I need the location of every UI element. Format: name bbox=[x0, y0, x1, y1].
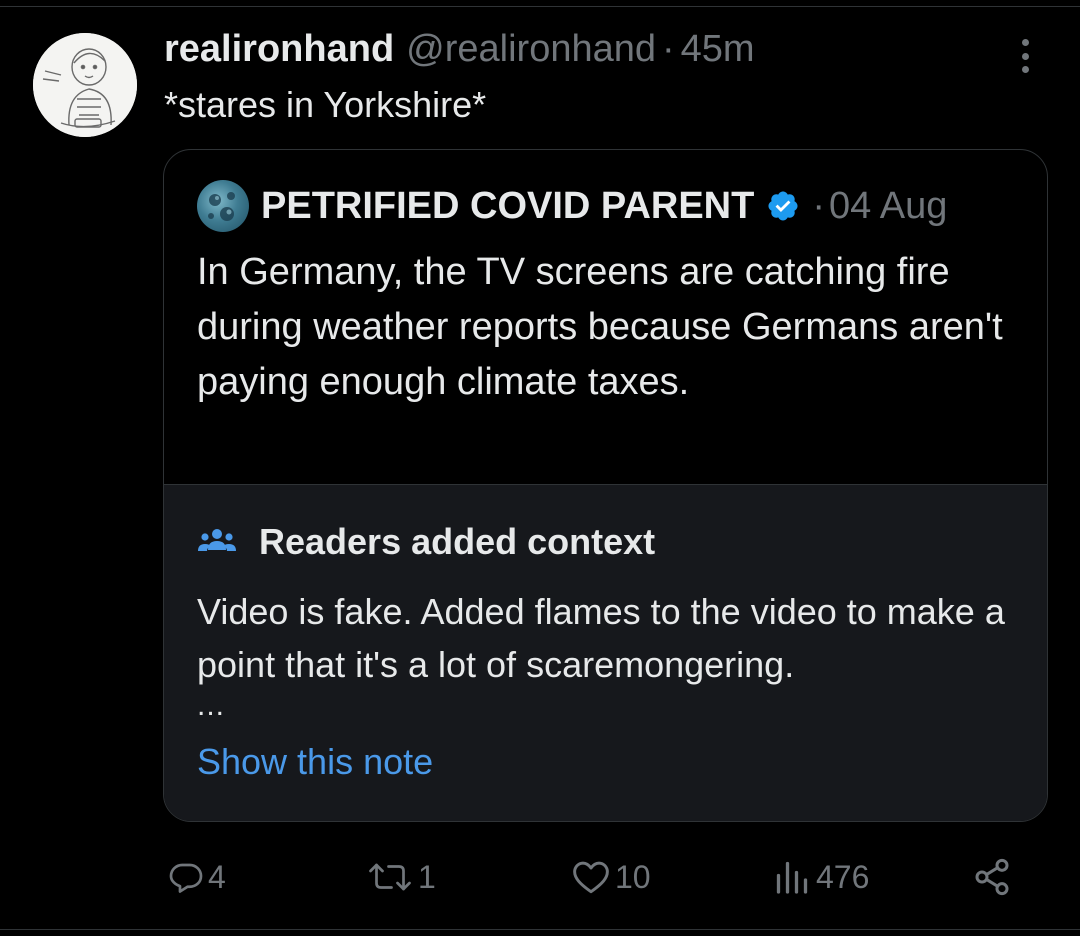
views-icon bbox=[776, 861, 808, 894]
readers-icon bbox=[198, 529, 236, 551]
top-divider bbox=[0, 6, 1080, 7]
views-button[interactable]: 476 bbox=[772, 850, 869, 904]
community-note-header: Readers added context bbox=[197, 521, 655, 563]
author-display-name[interactable]: realironhand bbox=[164, 28, 394, 71]
show-note-link[interactable]: Show this note bbox=[197, 741, 433, 783]
quoted-tweet-card[interactable]: PETRIFIED COVID PARENT · 04 Aug In Germa… bbox=[163, 149, 1048, 822]
share-icon bbox=[975, 858, 1009, 896]
share-button[interactable] bbox=[972, 850, 1012, 904]
reply-count: 4 bbox=[208, 858, 226, 895]
quoted-author-name[interactable]: PETRIFIED COVID PARENT bbox=[261, 185, 754, 228]
quoted-header-separator: · bbox=[812, 184, 825, 227]
quoted-author-avatar[interactable] bbox=[197, 180, 249, 232]
repost-count: 1 bbox=[418, 858, 436, 895]
reply-icon bbox=[169, 863, 203, 893]
repost-icon bbox=[369, 863, 411, 891]
like-icon bbox=[573, 861, 609, 894]
author-handle[interactable]: @realironhand bbox=[406, 28, 656, 71]
verified-badge-icon bbox=[768, 191, 798, 221]
quoted-timestamp[interactable]: 04 Aug bbox=[829, 185, 947, 228]
repost-button[interactable]: 1 bbox=[366, 850, 436, 904]
tweet-text: *stares in Yorkshire* bbox=[164, 84, 487, 125]
views-count: 476 bbox=[816, 858, 870, 895]
community-note-title: Readers added context bbox=[259, 521, 656, 562]
more-icon[interactable] bbox=[1008, 36, 1042, 76]
quoted-tweet-text: In Germany, the TV screens are catching … bbox=[197, 251, 1003, 403]
community-note-ellipsis: ... bbox=[197, 689, 226, 722]
like-count: 10 bbox=[615, 858, 651, 895]
like-button[interactable]: 10 bbox=[571, 850, 651, 904]
community-note[interactable]: Readers added context Video is fake. Add… bbox=[164, 484, 1047, 821]
action-bar: 4 1 10 476 bbox=[0, 850, 1080, 904]
header-separator: · bbox=[662, 28, 675, 70]
bottom-divider bbox=[0, 929, 1080, 930]
community-note-body: Video is fake. Added flames to the video… bbox=[197, 591, 1005, 685]
author-avatar[interactable] bbox=[33, 33, 137, 137]
quoted-tweet-header: PETRIFIED COVID PARENT · 04 Aug bbox=[197, 180, 947, 232]
tweet-header: realironhand @realironhand · 45m bbox=[164, 28, 755, 71]
tweet-timestamp[interactable]: 45m bbox=[681, 28, 755, 71]
reply-button[interactable]: 4 bbox=[168, 850, 226, 904]
